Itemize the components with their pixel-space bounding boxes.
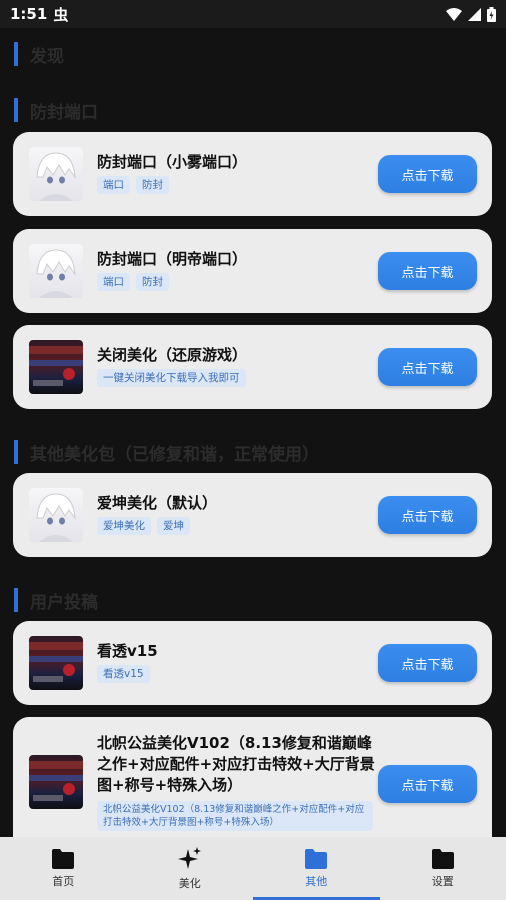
folder-icon [431,848,454,869]
item-title: 看透v15 [97,642,158,660]
tab-label: 首页 [52,874,75,888]
item-tag: 防封 [136,176,169,194]
item-tag: 爱坤美化 [97,517,151,535]
item-tag: 爱坤 [157,517,190,535]
item-tags: 看透v15 [97,665,150,683]
download-button[interactable]: 点击下载 [378,765,477,803]
item-thumbnail [29,340,83,394]
item-card[interactable]: 北帜公益美化V102（8.13修复和谐巅峰之作+对应配件+对应打击特效+大厅背景… [13,717,492,840]
debug-icon: 虫 [53,5,69,24]
item-tag: 防封 [136,273,169,291]
bottom-nav: 首页 美化 其他 设置 [0,837,506,900]
item-thumbnail [29,244,83,298]
item-tags: 北帜公益美化V102（8.13修复和谐巅峰之作+对应配件+对应打击特效+大厅背景… [97,801,373,831]
status-time: 1:51 [10,5,48,23]
item-thumbnail [29,636,83,690]
item-card[interactable]: 看透v15 看透v15 点击下载 [13,621,492,705]
download-button[interactable]: 点击下载 [378,155,477,193]
section-title-discover: 发现 [14,42,64,67]
tab-home[interactable]: 首页 [0,837,127,900]
item-card[interactable]: 防封端口（小雾端口） 端口 防封 点击下载 [13,132,492,216]
download-button[interactable]: 点击下载 [378,644,477,682]
item-card[interactable]: 爱坤美化（默认） 爱坤美化 爱坤 点击下载 [13,473,492,557]
main-content[interactable]: 发现 防封端口 防封端口（小雾端口） 端口 防封 点击下载 防封端口（明帝端口）… [0,28,506,840]
tab-other[interactable]: 其他 [253,837,380,900]
item-tag: 端口 [97,273,130,291]
item-title: 关闭美化（还原游戏） [97,346,248,364]
item-tags: 端口 防封 [97,273,169,291]
item-thumbnail [29,488,83,542]
item-tag: 北帜公益美化V102（8.13修复和谐巅峰之作+对应配件+对应打击特效+大厅背景… [97,801,373,831]
download-button[interactable]: 点击下载 [378,252,477,290]
section-title-other: 其他美化包（已修复和谐，正常使用） [14,440,319,465]
sparkle-icon [177,846,201,869]
download-button[interactable]: 点击下载 [378,348,477,386]
wifi-icon [446,7,462,21]
item-tag: 端口 [97,176,130,194]
tab-beautify[interactable]: 美化 [127,837,254,900]
status-icons [446,6,496,22]
item-tags: 爱坤美化 爱坤 [97,517,190,535]
item-tags: 一键关闭美化下载导入我即可 [97,369,246,387]
signal-icon [468,7,481,21]
download-button[interactable]: 点击下载 [378,496,477,534]
item-thumbnail [29,147,83,201]
folder-icon [52,848,75,869]
battery-icon [487,6,496,22]
tab-label: 其他 [305,874,328,888]
item-card[interactable]: 关闭美化（还原游戏） 一键关闭美化下载导入我即可 点击下载 [13,325,492,409]
item-tag: 看透v15 [97,665,150,683]
status-bar: 1:51 虫 [0,0,506,28]
item-title: 爱坤美化（默认） [97,494,218,512]
item-tags: 端口 防封 [97,176,169,194]
tab-settings[interactable]: 设置 [380,837,506,900]
item-thumbnail [29,755,83,809]
tab-label: 美化 [178,876,201,890]
folder-icon [305,848,328,869]
section-title-user: 用户投稿 [14,588,98,613]
item-card[interactable]: 防封端口（明帝端口） 端口 防封 点击下载 [13,229,492,313]
item-tag: 一键关闭美化下载导入我即可 [97,369,246,387]
section-title-anti-ban: 防封端口 [14,98,98,123]
tab-label: 设置 [431,874,454,888]
item-title: 防封端口（明帝端口） [97,250,248,268]
item-title: 北帜公益美化V102（8.13修复和谐巅峰之作+对应配件+对应打击特效+大厅背景… [97,734,375,794]
item-title: 防封端口（小雾端口） [97,153,248,171]
